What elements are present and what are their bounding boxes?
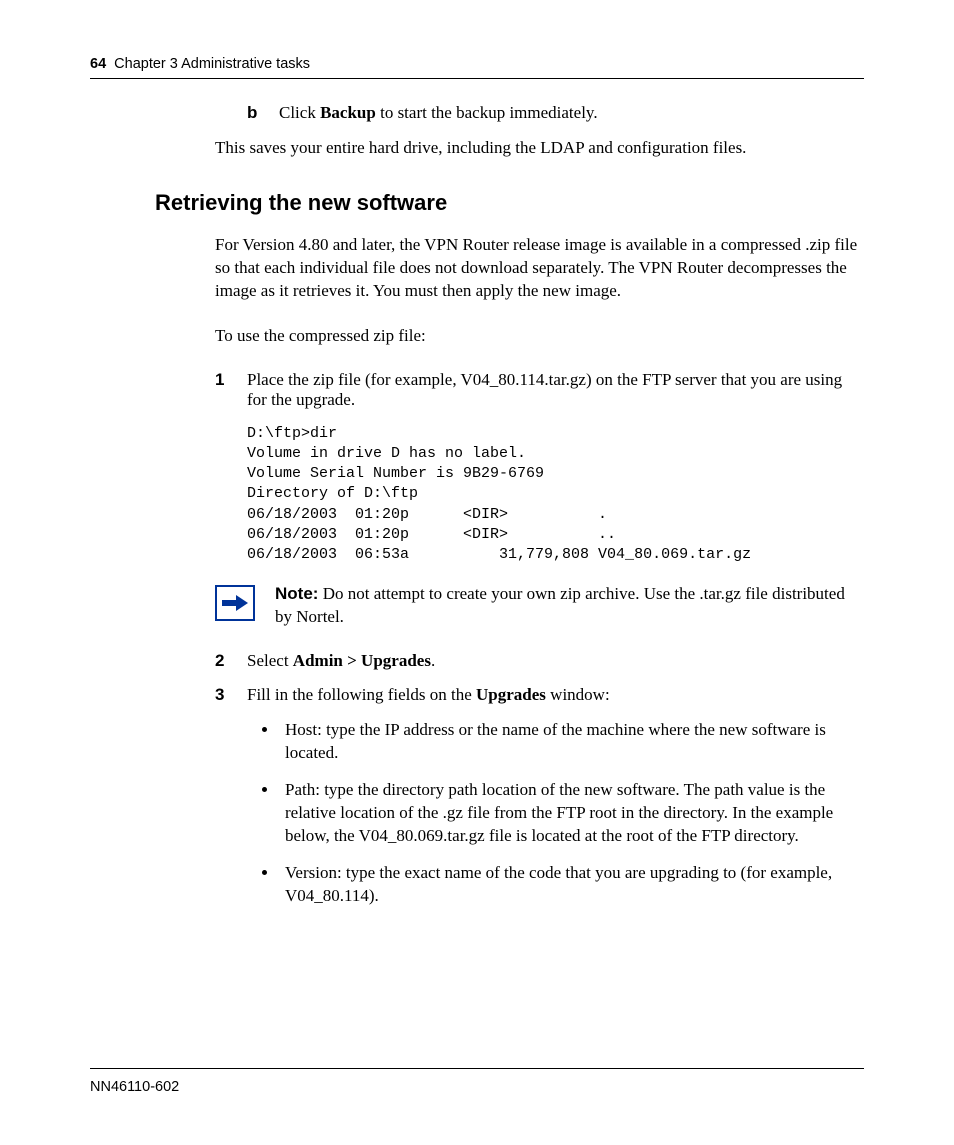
list-item: Host: type the IP address or the name of…: [279, 719, 864, 765]
step-number: 3: [215, 685, 247, 705]
substep-label: b: [247, 103, 279, 123]
paragraph-touse: To use the compressed zip file:: [215, 325, 864, 348]
list-item: Path: type the directory path location o…: [279, 779, 864, 848]
step-number: 2: [215, 651, 247, 671]
note-label: Note:: [275, 584, 318, 603]
step-text: Fill in the following fields on the Upgr…: [247, 685, 864, 705]
step-number: 1: [215, 370, 247, 410]
step-3: 3 Fill in the following fields on the Up…: [215, 685, 864, 705]
paragraph-save: This saves your entire hard drive, inclu…: [215, 137, 864, 160]
page-header: 64 Chapter 3 Administrative tasks: [90, 56, 864, 79]
step-text: Select Admin > Upgrades.: [247, 651, 864, 671]
step-text: Place the zip file (for example, V04_80.…: [247, 370, 864, 410]
content-area: b Click Backup to start the backup immed…: [215, 103, 864, 908]
arrow-icon: [215, 585, 255, 621]
step-2: 2 Select Admin > Upgrades.: [215, 651, 864, 671]
page-number: 64: [90, 56, 106, 72]
substep-b: b Click Backup to start the backup immed…: [247, 103, 864, 123]
paragraph-intro: For Version 4.80 and later, the VPN Rout…: [215, 234, 864, 303]
step-1: 1 Place the zip file (for example, V04_8…: [215, 370, 864, 410]
list-item: Version: type the exact name of the code…: [279, 862, 864, 908]
page-footer: NN46110-602: [90, 1068, 864, 1095]
page: 64 Chapter 3 Administrative tasks b Clic…: [0, 0, 954, 1145]
doc-id: NN46110-602: [90, 1079, 179, 1095]
note-box: Note: Do not attempt to create your own …: [215, 583, 864, 629]
chapter-title: Chapter 3 Administrative tasks: [114, 56, 310, 72]
note-text: Note: Do not attempt to create your own …: [275, 583, 864, 629]
substep-text: Click Backup to start the backup immedia…: [279, 103, 864, 123]
section-heading: Retrieving the new software: [155, 190, 864, 216]
note-body: Do not attempt to create your own zip ar…: [275, 584, 845, 626]
bullet-list: Host: type the IP address or the name of…: [279, 719, 864, 908]
code-block: D:\ftp>dir Volume in drive D has no labe…: [247, 424, 864, 566]
